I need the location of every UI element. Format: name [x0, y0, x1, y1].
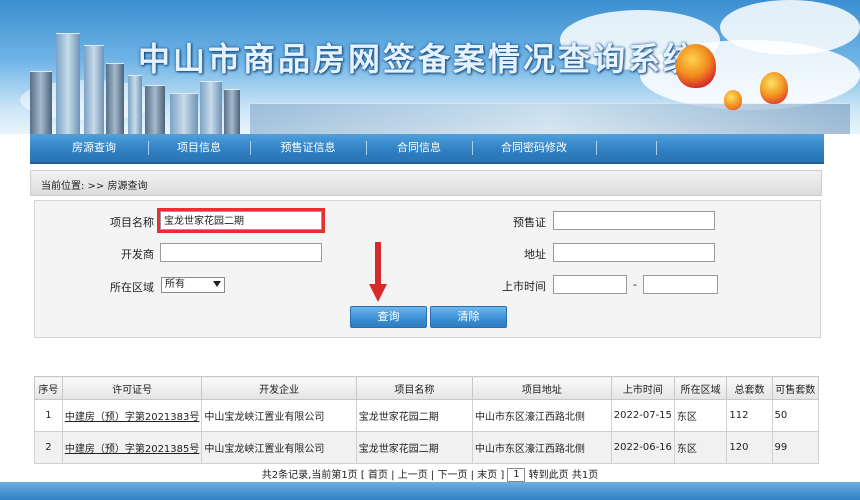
building — [200, 81, 222, 134]
nav-item-contract-password[interactable]: 合同密码修改 — [472, 134, 596, 162]
building — [84, 45, 104, 134]
column-header: 所在区域 — [673, 376, 728, 400]
column-header: 项目名称 — [355, 376, 473, 400]
presale-label: 预售证 — [513, 216, 546, 229]
district-label: 所在区域 — [110, 281, 154, 294]
listing-time-to-input[interactable] — [643, 275, 718, 294]
project-name-label: 项目名称 — [110, 216, 154, 229]
results-table: 序号 许可证号 开发企业 项目名称 项目地址 上市时间 所在区域 总套数 可售套… — [34, 376, 820, 464]
district-select[interactable]: 所有 — [161, 277, 225, 293]
main-nav: 房源查询 项目信息 预售证信息 合同信息 合同密码修改 — [30, 134, 824, 164]
table-cell: 宝龙世家花园二期 — [355, 431, 473, 464]
site-title: 中山市商品房网签备案情况查询系统 — [138, 40, 699, 78]
developer-input[interactable] — [160, 243, 322, 262]
table-cell: 中山宝龙峡江置业有限公司 — [201, 399, 357, 432]
table-cell: 中山市东区濠江西路北侧 — [471, 431, 612, 464]
listing-time-from-input[interactable] — [553, 275, 627, 294]
dropdown-arrow-icon — [213, 281, 221, 287]
column-header: 开发企业 — [201, 376, 357, 400]
next-page-link[interactable]: 下一页 — [437, 470, 467, 481]
building — [30, 71, 52, 134]
listing-time-label: 上市时间 — [502, 280, 546, 293]
table-cell: 1 — [34, 399, 63, 432]
nav-item-presale-info[interactable]: 预售证信息 — [250, 134, 366, 162]
table-cell: 中山市东区濠江西路北侧 — [471, 399, 612, 432]
table-cell: 2022-07-15 — [610, 399, 675, 432]
pager-bracket: ] — [500, 470, 505, 481]
table-cell: 宝龙世家花园二期 — [355, 399, 473, 432]
footer-bar — [0, 482, 860, 500]
permit-link[interactable]: 中建房（预）字第2021383号 — [61, 399, 203, 432]
table-cell: 99 — [771, 431, 820, 464]
pager-divider: | — [430, 470, 435, 481]
breadcrumb-text: 当前位置: >> 房源查询 — [41, 181, 148, 192]
table-cell: 东区 — [673, 431, 728, 464]
column-header: 序号 — [34, 376, 63, 400]
table-row: 1 中建房（预）字第2021383号 中山宝龙峡江置业有限公司 宝龙世家花园二期… — [34, 399, 820, 432]
building — [224, 89, 240, 134]
address-input[interactable] — [553, 243, 715, 262]
building — [170, 93, 198, 134]
nav-divider — [596, 141, 597, 155]
highlight-box — [157, 208, 325, 233]
prev-page-link[interactable]: 上一页 — [398, 470, 428, 481]
goto-page-link[interactable]: 转到此页 共1页 — [529, 470, 599, 481]
table-cell: 2022-06-16 — [610, 431, 675, 464]
hot-air-balloon-icon — [724, 90, 742, 110]
pager-divider: | — [470, 470, 475, 481]
building — [106, 63, 124, 134]
table-cell: 2 — [34, 431, 63, 464]
search-button[interactable]: 查询 — [350, 306, 427, 328]
table-cell: 中山宝龙峡江置业有限公司 — [201, 431, 357, 464]
column-header: 许可证号 — [61, 376, 203, 400]
pager-divider: | — [391, 470, 395, 481]
building — [145, 85, 165, 134]
table-cell: 东区 — [673, 399, 728, 432]
clear-button[interactable]: 清除 — [430, 306, 507, 328]
table-header-row: 序号 许可证号 开发企业 项目名称 项目地址 上市时间 所在区域 总套数 可售套… — [34, 376, 820, 400]
table-cell: 112 — [726, 399, 773, 432]
cloud-decoration — [720, 0, 860, 55]
table-cell: 120 — [726, 431, 773, 464]
header-banner: 中山市商品房网签备案情况查询系统 — [0, 0, 860, 134]
hot-air-balloon-icon — [760, 72, 788, 104]
address-label: 地址 — [524, 248, 546, 261]
permit-link[interactable]: 中建房（预）字第2021385号 — [61, 431, 203, 464]
table-row: 2 中建房（预）字第2021385号 中山宝龙峡江置业有限公司 宝龙世家花园二期… — [34, 431, 820, 464]
column-header: 项目地址 — [471, 376, 612, 400]
record-summary: 共2条记录,当前第1页 [ — [261, 470, 365, 481]
building — [128, 75, 142, 134]
nav-item-project-info[interactable]: 项目信息 — [148, 134, 250, 162]
pagination: 共2条记录,当前第1页 [ 首页 | 上一页 | 下一页 | 末页 ] 1 转到… — [0, 466, 860, 482]
developer-label: 开发商 — [121, 248, 154, 261]
down-arrow-icon — [375, 242, 381, 290]
skyline — [250, 103, 850, 134]
date-range-dash: - — [633, 278, 637, 291]
first-page-link[interactable]: 首页 — [368, 470, 388, 481]
hot-air-balloon-icon — [676, 44, 716, 88]
page-number-input[interactable]: 1 — [507, 468, 526, 482]
building — [56, 33, 80, 134]
breadcrumb: 当前位置: >> 房源查询 — [30, 170, 822, 196]
table-cell: 50 — [771, 399, 820, 432]
column-header: 总套数 — [726, 376, 773, 400]
nav-item-contract-info[interactable]: 合同信息 — [366, 134, 472, 162]
last-page-link[interactable]: 末页 — [477, 470, 497, 481]
down-arrow-icon-head — [369, 284, 387, 302]
nav-divider — [656, 141, 657, 155]
presale-input[interactable] — [553, 211, 715, 230]
column-header: 可售套数 — [771, 376, 820, 400]
column-header: 上市时间 — [610, 376, 675, 400]
nav-item-listing-search[interactable]: 房源查询 — [40, 134, 148, 162]
district-select-value: 所有 — [165, 279, 185, 290]
